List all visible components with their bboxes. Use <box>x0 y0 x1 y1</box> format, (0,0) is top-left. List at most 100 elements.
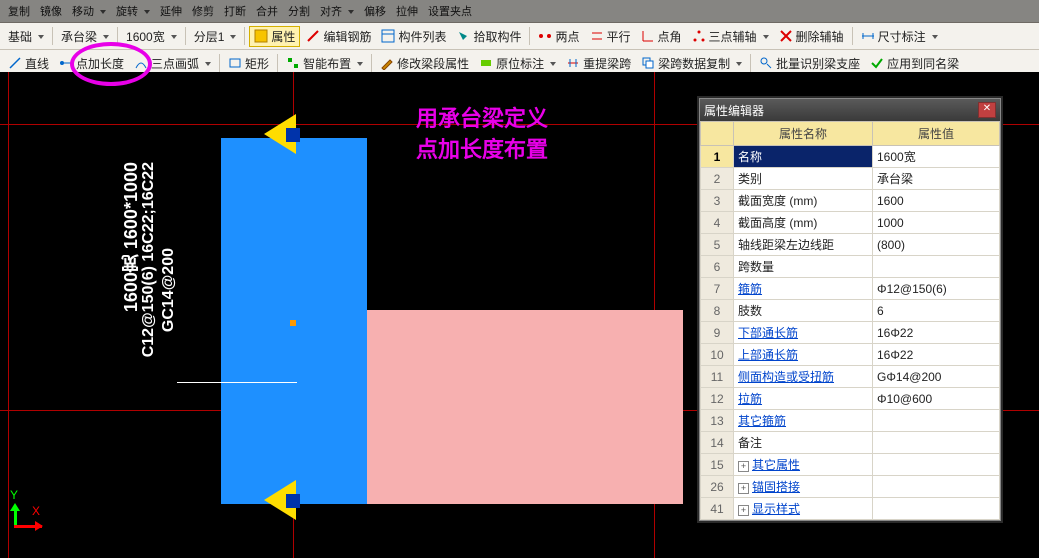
tb0-item[interactable]: 修剪 <box>188 2 218 20</box>
rect-icon <box>228 56 242 70</box>
row-name: 类别 <box>734 168 873 190</box>
row-name: 拉筋 <box>734 388 873 410</box>
property-row[interactable]: 8肢数6 <box>701 300 1000 322</box>
row-value[interactable] <box>873 498 1000 520</box>
btn-member-list[interactable]: 构件列表 <box>377 27 450 46</box>
row-value[interactable]: (800) <box>873 234 1000 256</box>
btn-rect[interactable]: 矩形 <box>224 54 273 73</box>
row-value[interactable]: GΦ14@200 <box>873 366 1000 388</box>
center-handle[interactable] <box>290 320 296 326</box>
property-row[interactable]: 5轴线距梁左边线距(800) <box>701 234 1000 256</box>
btn-pick[interactable]: 拾取构件 <box>452 27 525 46</box>
property-row[interactable]: 3截面宽度 (mm)1600 <box>701 190 1000 212</box>
property-row[interactable]: 7箍筋Φ12@150(6) <box>701 278 1000 300</box>
row-name: +显示样式 <box>734 498 873 520</box>
btn-inplace[interactable]: 原位标注 <box>475 54 560 73</box>
row-name: 侧面构造或受扭筋 <box>734 366 873 388</box>
row-name: 截面宽度 (mm) <box>734 190 873 212</box>
row-index: 41 <box>701 498 734 520</box>
btn-del-aux[interactable]: 删除辅轴 <box>775 27 848 46</box>
row-value[interactable]: 承台梁 <box>873 168 1000 190</box>
tb0-item[interactable]: 分割 <box>284 2 314 20</box>
grip-handle[interactable] <box>286 494 300 508</box>
tb0-item[interactable]: 拉伸 <box>392 2 422 20</box>
dd-layer[interactable]: 分层1 <box>190 27 241 46</box>
tb0-item[interactable]: 镜像 <box>36 2 66 20</box>
property-row[interactable]: 1名称1600宽 <box>701 146 1000 168</box>
tb0-item[interactable]: 延伸 <box>156 2 186 20</box>
line-icon <box>8 56 22 70</box>
close-button[interactable]: ✕ <box>978 102 996 118</box>
dd-foundation[interactable]: 基础 <box>4 27 48 46</box>
expand-icon[interactable]: + <box>738 483 749 494</box>
btn-smart[interactable]: 智能布置 <box>282 54 367 73</box>
property-editor-panel[interactable]: 属性编辑器 ✕ 属性名称 属性值 1名称1600宽2类别承台梁3截面宽度 (mm… <box>699 98 1001 521</box>
expand-icon[interactable]: + <box>738 505 749 516</box>
row-name: 上部通长筋 <box>734 344 873 366</box>
btn-property[interactable]: 属性 <box>249 26 300 47</box>
panel-titlebar[interactable]: 属性编辑器 ✕ <box>700 99 1000 121</box>
row-index: 13 <box>701 410 734 432</box>
btn-twopoint[interactable]: 两点 <box>534 27 583 46</box>
row-name: 肢数 <box>734 300 873 322</box>
expand-icon[interactable]: + <box>738 461 749 472</box>
btn-threepoint-aux[interactable]: 三点辅轴 <box>688 27 773 46</box>
property-row[interactable]: 10上部通长筋16Φ22 <box>701 344 1000 366</box>
row-value[interactable] <box>873 256 1000 278</box>
property-row[interactable]: 12拉筋Φ10@600 <box>701 388 1000 410</box>
btn-dimension[interactable]: 尺寸标注 <box>857 27 942 46</box>
property-row[interactable]: 11侧面构造或受扭筋GΦ14@200 <box>701 366 1000 388</box>
btn-parallel[interactable]: 平行 <box>586 27 635 46</box>
row-index: 3 <box>701 190 734 212</box>
property-row[interactable]: 13其它箍筋 <box>701 410 1000 432</box>
property-row[interactable]: 2类别承台梁 <box>701 168 1000 190</box>
highlight-circle <box>70 42 152 86</box>
row-index: 2 <box>701 168 734 190</box>
dd-width[interactable]: 1600宽 <box>122 27 181 46</box>
threepoint-icon <box>692 29 706 43</box>
row-value[interactable]: 1000 <box>873 212 1000 234</box>
row-value[interactable]: 16Φ22 <box>873 344 1000 366</box>
list-icon <box>381 29 395 43</box>
row-value[interactable]: Φ10@600 <box>873 388 1000 410</box>
row-value[interactable] <box>873 410 1000 432</box>
row-name: +其它属性 <box>734 454 873 476</box>
property-row[interactable]: 14备注 <box>701 432 1000 454</box>
row-value[interactable]: 6 <box>873 300 1000 322</box>
row-value[interactable]: Φ12@150(6) <box>873 278 1000 300</box>
row-value[interactable] <box>873 454 1000 476</box>
parallel-icon <box>590 29 604 43</box>
property-row[interactable]: 41+显示样式 <box>701 498 1000 520</box>
tb0-item[interactable]: 合并 <box>252 2 282 20</box>
tb0-item[interactable]: 偏移 <box>360 2 390 20</box>
btn-respan[interactable]: 重提梁跨 <box>562 54 635 73</box>
annotation-text: 用承台梁定义点加长度布置 <box>416 104 548 166</box>
property-row[interactable]: 15+其它属性 <box>701 454 1000 476</box>
row-value[interactable] <box>873 476 1000 498</box>
row-value[interactable]: 1600宽 <box>873 146 1000 168</box>
property-row[interactable]: 26+锚固搭接 <box>701 476 1000 498</box>
row-value[interactable]: 16Φ22 <box>873 322 1000 344</box>
tb0-item[interactable]: 设置夹点 <box>424 2 476 20</box>
delete-icon <box>779 29 793 43</box>
btn-apply-same[interactable]: 应用到同名梁 <box>866 54 963 73</box>
tb0-item[interactable]: 对齐 <box>316 2 358 20</box>
btn-batch-identify[interactable]: 批量识别梁支座 <box>755 54 864 73</box>
row-value[interactable]: 1600 <box>873 190 1000 212</box>
btn-copy-span[interactable]: 梁跨数据复制 <box>637 54 746 73</box>
tb0-item[interactable]: 打断 <box>220 2 250 20</box>
property-row[interactable]: 6跨数量 <box>701 256 1000 278</box>
tb0-item[interactable]: 复制 <box>4 2 34 20</box>
btn-edit-span[interactable]: 修改梁段属性 <box>376 54 473 73</box>
grip-handle[interactable] <box>286 128 300 142</box>
col-index <box>701 122 734 146</box>
btn-angle[interactable]: 点角 <box>637 27 686 46</box>
property-row[interactable]: 4截面高度 (mm)1000 <box>701 212 1000 234</box>
btn-edit-rebar[interactable]: 编辑钢筋 <box>302 27 375 46</box>
row-name: 截面高度 (mm) <box>734 212 873 234</box>
tb0-item[interactable]: 旋转 <box>112 2 154 20</box>
property-row[interactable]: 9下部通长筋16Φ22 <box>701 322 1000 344</box>
row-value[interactable] <box>873 432 1000 454</box>
tb0-item[interactable]: 移动 <box>68 2 110 20</box>
btn-line[interactable]: 直线 <box>4 54 53 73</box>
